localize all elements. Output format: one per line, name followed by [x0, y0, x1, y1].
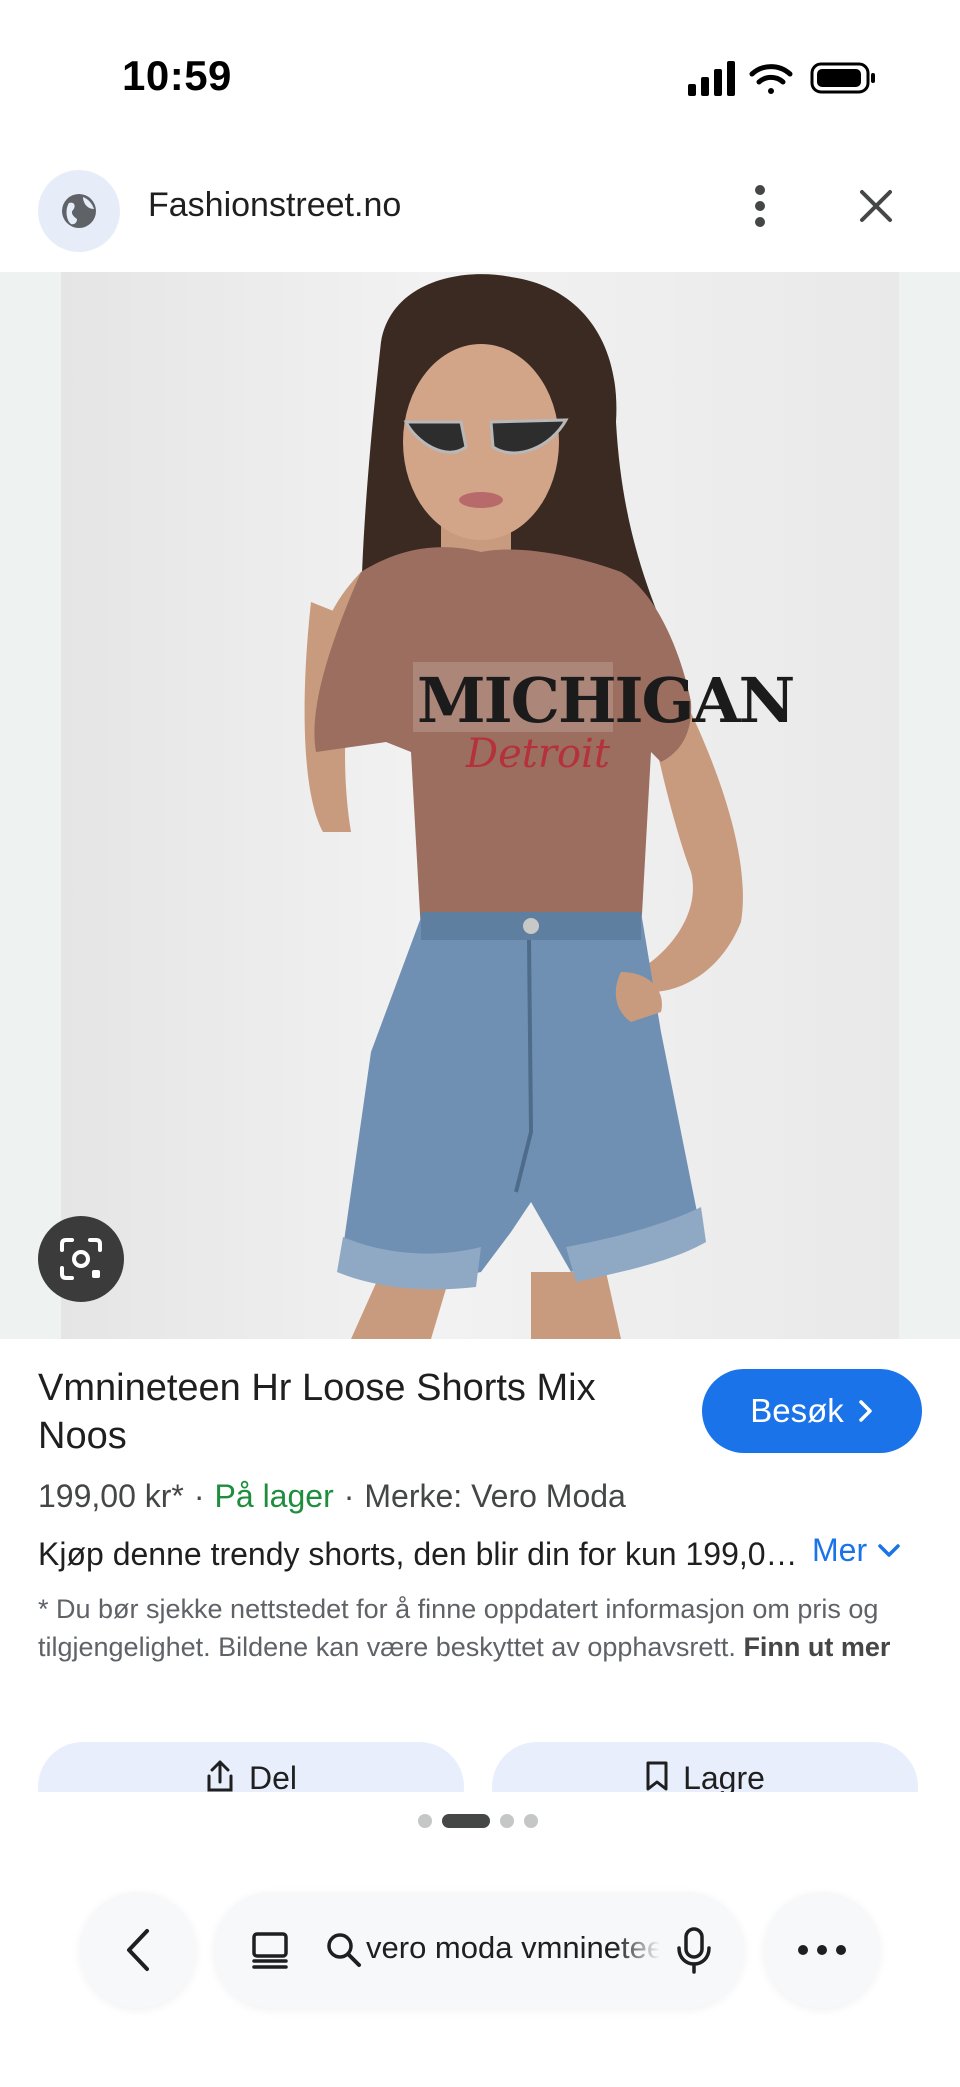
- save-button[interactable]: Lagre: [492, 1742, 918, 1792]
- status-time: 10:59: [122, 52, 232, 99]
- learn-more-link[interactable]: Finn ut mer: [743, 1632, 890, 1662]
- back-button[interactable]: [80, 1892, 196, 2008]
- product-brand: Merke: Vero Moda: [364, 1478, 626, 1514]
- image-viewer[interactable]: MICHIGAN Detroit: [0, 272, 960, 1339]
- bottom-toolbar: vero moda vmnineteen: [0, 1880, 960, 2020]
- search-bar[interactable]: vero moda vmnineteen: [214, 1892, 744, 2008]
- more-vert-icon[interactable]: [740, 176, 780, 236]
- visit-button-label: Besøk: [750, 1392, 844, 1429]
- signal-icon: [688, 61, 735, 96]
- product-photo: MICHIGAN Detroit: [61, 272, 899, 1339]
- status-icons: [686, 58, 886, 98]
- product-price: 199,00 kr*: [38, 1478, 184, 1514]
- wifi-icon: [749, 64, 793, 94]
- globe-icon: [38, 170, 120, 252]
- site-name[interactable]: Fashionstreet.no: [148, 186, 401, 225]
- pager-dot[interactable]: [500, 1814, 514, 1828]
- stock-status: På lager: [214, 1478, 334, 1514]
- disclaimer: * Du bør sjekke nettstedet for å finne o…: [38, 1590, 918, 1666]
- pager-dot[interactable]: [418, 1814, 432, 1828]
- share-icon: [207, 1760, 233, 1792]
- search-query[interactable]: vero moda vmnineteen: [366, 1930, 660, 1966]
- tabs-icon[interactable]: [250, 1930, 290, 1970]
- pager-dot[interactable]: [524, 1814, 538, 1828]
- lens-search-icon[interactable]: [38, 1216, 124, 1302]
- action-buttons: Del Lagre: [0, 1730, 960, 1792]
- chevron-left-icon: [127, 1929, 149, 1971]
- shirt-print-script: Detroit: [465, 731, 611, 777]
- bookmark-icon: [646, 1761, 668, 1791]
- mic-icon[interactable]: [674, 1926, 714, 1974]
- save-label: Lagre: [683, 1760, 765, 1792]
- site-header: Fashionstreet.no: [0, 160, 960, 272]
- chevron-right-icon: [859, 1400, 872, 1422]
- share-label: Del: [248, 1760, 297, 1792]
- more-button-label: Mer: [812, 1532, 868, 1568]
- shirt-print-text: MICHIGAN: [417, 664, 794, 737]
- close-icon[interactable]: [846, 176, 906, 236]
- more-horiz-icon[interactable]: [764, 1892, 880, 2008]
- chevron-down-icon: [878, 1543, 900, 1557]
- battery-icon: [810, 62, 875, 94]
- search-icon: [326, 1932, 362, 1968]
- share-button[interactable]: Del: [38, 1742, 464, 1792]
- product-meta: 199,00 kr* · På lager · Merke: Vero Moda: [38, 1478, 626, 1514]
- pager-dot-active[interactable]: [442, 1814, 490, 1828]
- product-description: Kjøp denne trendy shorts, den blir din f…: [38, 1536, 798, 1572]
- visit-button[interactable]: Besøk: [702, 1369, 922, 1453]
- more-button[interactable]: Mer: [812, 1532, 901, 1569]
- image-pager: [418, 1813, 544, 1829]
- product-title: Vmnineteen Hr Loose Shorts Mix Noos: [38, 1367, 596, 1457]
